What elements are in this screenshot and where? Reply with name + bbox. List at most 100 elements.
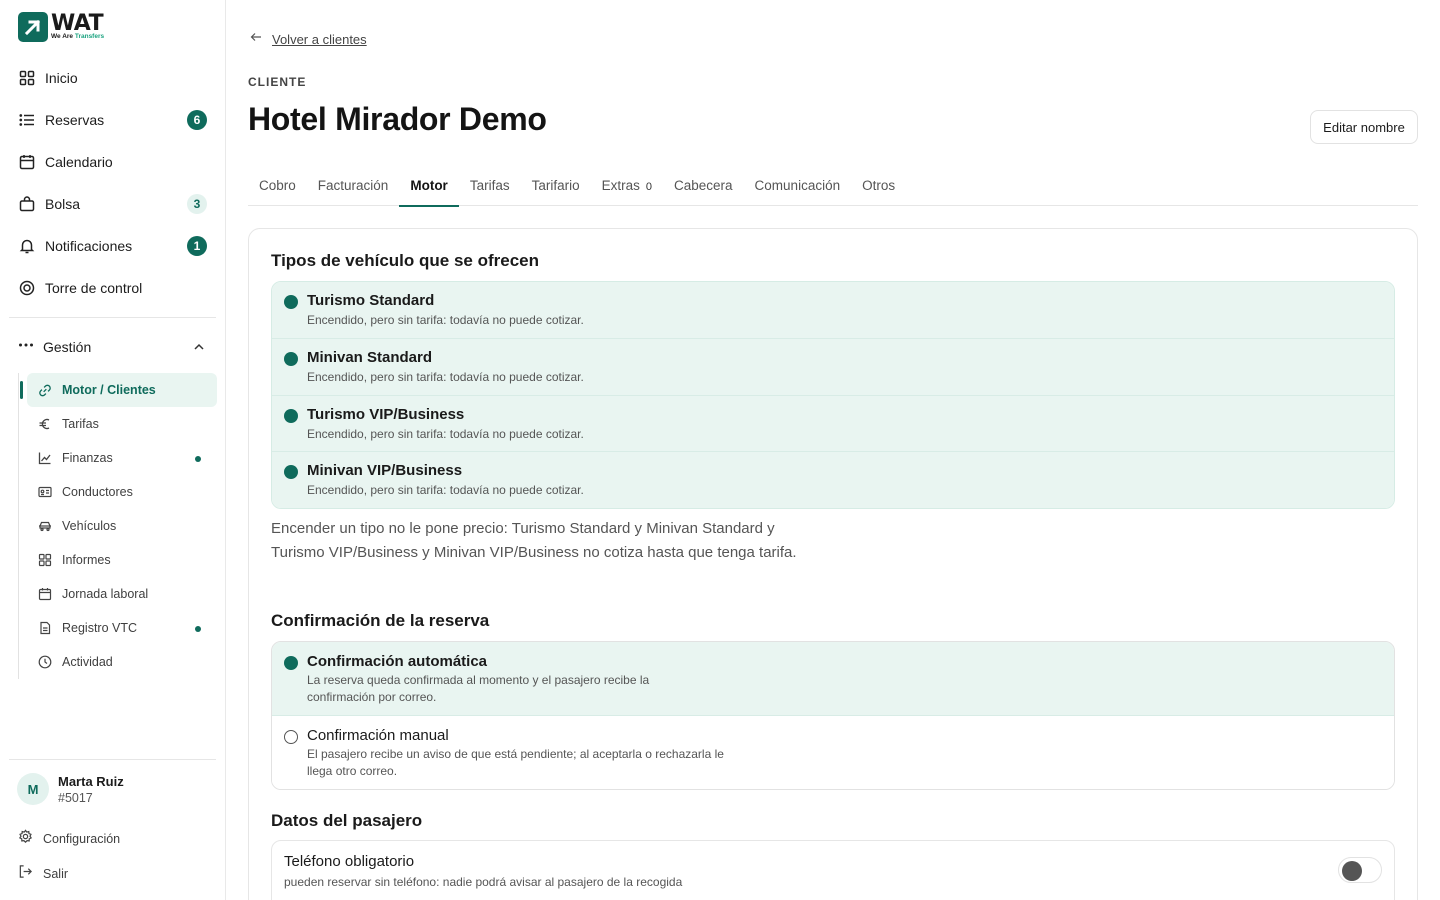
- nav-item-reservas[interactable]: Reservas 6: [0, 99, 226, 141]
- sub-item-finanzas[interactable]: Finanzas: [19, 441, 218, 475]
- gear-icon: [18, 829, 33, 849]
- nav-group-gestion[interactable]: Gestión: [0, 326, 226, 368]
- brand-tagline: We Are Transfers: [51, 33, 105, 41]
- confirmation-title: Confirmación de la reserva: [271, 611, 490, 630]
- user-profile[interactable]: M Marta Ruiz #5017: [17, 773, 124, 805]
- chevron-up-icon[interactable]: [192, 340, 206, 359]
- checked-indicator: [284, 409, 298, 423]
- bag-icon: [18, 195, 36, 213]
- vehicle-option-turismo-vip[interactable]: Turismo VIP/Business Encendido, pero sin…: [272, 396, 1394, 452]
- nav-item-label: Calendario: [45, 154, 113, 170]
- vehicle-option-minivan-standard[interactable]: Minivan Standard Encendido, pero sin tar…: [272, 339, 1394, 396]
- logout-icon: [18, 864, 33, 884]
- option-name: Confirmación automática: [307, 653, 488, 670]
- logout-label: Salir: [43, 867, 69, 881]
- tab-bar: Cobro Facturación Motor Tarifas Tarifari…: [248, 168, 1418, 207]
- nav-item-label: Bolsa: [45, 196, 81, 212]
- nav-item-label: Torre de control: [45, 280, 143, 296]
- main-content: Volver a clientes CLIENTE Hotel Mirador …: [248, 0, 1418, 900]
- sub-item-label: Motor / Clientes: [62, 383, 156, 397]
- page-title: Hotel Mirador Demo: [248, 101, 547, 137]
- tab-cabecera[interactable]: Cabecera: [663, 168, 744, 206]
- tab-cobro[interactable]: Cobro: [248, 168, 307, 206]
- vehicle-option-turismo-standard[interactable]: Turismo Standard Encendido, pero sin tar…: [272, 282, 1394, 339]
- avatar: M: [17, 773, 49, 805]
- sub-item-label: Informes: [62, 553, 111, 567]
- confirmation-option-automatic[interactable]: Confirmación automática La reserva queda…: [272, 642, 1394, 716]
- user-name: Marta Ruiz: [58, 773, 124, 789]
- sub-item-actividad[interactable]: Actividad: [19, 645, 218, 679]
- chart-icon: [38, 451, 52, 465]
- sub-item-label: Finanzas: [62, 451, 113, 465]
- sub-item-label: Jornada laboral: [62, 587, 149, 601]
- brand-logo[interactable]: WAT We Are Transfers: [18, 12, 104, 42]
- back-link-label: Volver a clientes: [272, 31, 367, 47]
- checked-indicator: [284, 295, 298, 309]
- sub-item-tarifas[interactable]: Tarifas: [19, 407, 218, 441]
- confirmation-options: Confirmación automática La reserva queda…: [271, 641, 1395, 790]
- sub-item-label: Conductores: [62, 485, 133, 499]
- passenger-data-title: Datos del pasajero: [271, 811, 423, 830]
- sub-item-jornada-laboral[interactable]: Jornada laboral: [19, 577, 218, 611]
- settings-link[interactable]: Configuración: [18, 829, 120, 849]
- option-description: Encendido, pero sin tarifa: todavía no p…: [307, 483, 584, 497]
- vehicle-option-minivan-vip[interactable]: Minivan VIP/Business Encendido, pero sin…: [272, 452, 1394, 508]
- phone-required-toggle[interactable]: [1338, 857, 1382, 883]
- sub-item-informes[interactable]: Informes: [19, 543, 218, 577]
- option-description: La reserva queda confirmada al momento y…: [307, 673, 650, 704]
- bell-icon: [18, 237, 36, 255]
- nav-item-notificaciones[interactable]: Notificaciones 1: [0, 225, 226, 267]
- active-indicator: [20, 381, 23, 399]
- sub-item-motor-clientes[interactable]: Motor / Clientes: [20, 373, 217, 407]
- nav-item-inicio[interactable]: Inicio: [0, 57, 226, 99]
- option-name: Minivan VIP/Business: [307, 462, 463, 479]
- list-icon: [18, 111, 36, 129]
- tab-motor[interactable]: Motor: [399, 168, 459, 207]
- tab-extras[interactable]: Extras 0: [591, 168, 663, 206]
- nav-item-torre-de-control[interactable]: Torre de control: [0, 267, 226, 309]
- vehicle-pricing-note: Encender un tipo no le pone precio: Turi…: [271, 520, 797, 561]
- tab-tarifario[interactable]: Tarifario: [521, 168, 591, 206]
- registro-vtc-status-dot: [195, 626, 201, 632]
- nav-item-label: Inicio: [45, 70, 78, 86]
- radio-selected-indicator: [284, 656, 298, 670]
- page-eyebrow: CLIENTE: [248, 75, 307, 89]
- main-nav: Inicio Reservas 6 Calendario Bolsa 3 Not…: [0, 57, 226, 309]
- calendar-icon: [38, 587, 52, 601]
- nav-group-label: Gestión: [43, 339, 92, 355]
- checked-indicator: [284, 465, 298, 479]
- arrow-logo-icon: [18, 12, 48, 42]
- logout-link[interactable]: Salir: [18, 864, 68, 884]
- nav-item-bolsa[interactable]: Bolsa 3: [0, 183, 226, 225]
- vehicle-types-title: Tipos de vehículo que se ofrecen: [271, 251, 539, 270]
- edit-name-button[interactable]: Editar nombre: [1310, 110, 1418, 144]
- sub-item-conductores[interactable]: Conductores: [19, 475, 218, 509]
- tab-facturacion[interactable]: Facturación: [307, 168, 400, 206]
- tab-otros[interactable]: Otros: [851, 168, 906, 206]
- sub-item-vehiculos[interactable]: Vehículos: [19, 509, 218, 543]
- sub-item-label: Tarifas: [62, 417, 99, 431]
- nav-item-label: Reservas: [45, 112, 105, 128]
- bolsa-count-badge: 3: [187, 194, 207, 214]
- radio-unselected-indicator: [284, 730, 298, 744]
- document-icon: [38, 621, 52, 635]
- tab-tarifas[interactable]: Tarifas: [459, 168, 521, 206]
- phone-required-setting: Teléfono obligatorio pueden reservar sin…: [271, 840, 1395, 900]
- option-name: Turismo Standard: [307, 292, 435, 309]
- confirmation-option-manual[interactable]: Confirmación manual El pasajero recibe u…: [272, 716, 1394, 789]
- option-description: Encendido, pero sin tarifa: todavía no p…: [307, 427, 584, 441]
- motor-settings-card: Tipos de vehículo que se ofrecen Turismo…: [248, 228, 1418, 900]
- nav-item-calendario[interactable]: Calendario: [0, 141, 226, 183]
- sub-item-label: Vehículos: [62, 519, 117, 533]
- calendar-icon: [18, 153, 36, 171]
- more-icon: [18, 337, 34, 358]
- sub-item-label: Registro VTC: [62, 621, 138, 635]
- arrow-left-icon: [250, 30, 262, 48]
- tab-comunicacion[interactable]: Comunicación: [744, 168, 852, 206]
- back-link[interactable]: Volver a clientes: [250, 30, 367, 48]
- sidebar: WAT We Are Transfers Inicio Reservas 6 C…: [0, 0, 226, 900]
- sub-item-registro-vtc[interactable]: Registro VTC: [19, 611, 218, 645]
- footer-divider: [9, 759, 216, 760]
- extras-count: 0: [645, 181, 652, 193]
- brand-name: WAT: [51, 11, 104, 37]
